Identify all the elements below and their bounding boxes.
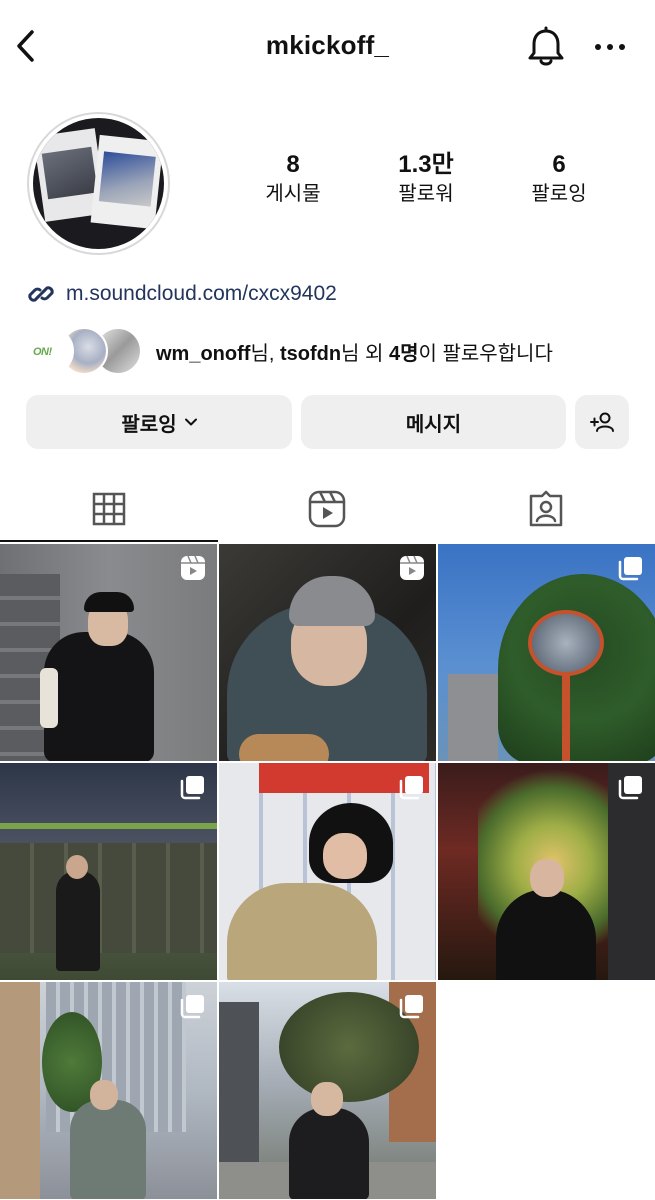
- stat-posts[interactable]: 8 게시물: [233, 150, 353, 208]
- message-button-label: 메시지: [405, 413, 462, 436]
- mutual-sep-1: 님,: [250, 342, 280, 365]
- profile-tabs: [0, 476, 655, 542]
- add-user-button[interactable]: [575, 395, 629, 449]
- carousel-badge-icon: [180, 995, 204, 1019]
- tab-reels[interactable]: [218, 476, 436, 542]
- more-horizontal-icon: [595, 44, 625, 50]
- profile-stats: 8 게시물 1.3만 팔로워 6 팔로잉: [0, 150, 655, 220]
- bio-link[interactable]: m.soundcloud.com/cxcx9402: [26, 279, 337, 309]
- notification-button[interactable]: [526, 26, 566, 68]
- posts-grid: [0, 544, 655, 1200]
- reels-icon: [308, 490, 346, 528]
- mutual-followers[interactable]: ON! wm_onoff님, tsofdn님 외 4명이 팔로우합니다: [26, 326, 553, 376]
- carousel-badge-icon: [618, 557, 642, 581]
- stat-posts-label: 게시물: [265, 183, 321, 205]
- link-icon: [28, 286, 54, 302]
- carousel-badge-icon: [180, 776, 204, 800]
- stat-followers-count: 1.3만: [398, 151, 454, 178]
- bell-icon: [528, 26, 564, 66]
- tab-posts-grid[interactable]: [0, 476, 218, 542]
- tab-tagged[interactable]: [437, 476, 655, 542]
- stat-following[interactable]: 6 팔로잉: [499, 150, 619, 208]
- stat-followers[interactable]: 1.3만 팔로워: [366, 150, 486, 208]
- active-tab-indicator: [0, 540, 218, 542]
- mutual-sep-2: 님 외: [341, 342, 389, 365]
- add-user-icon: [590, 412, 614, 432]
- stat-following-label: 팔로잉: [531, 183, 587, 205]
- stat-followers-label: 팔로워: [398, 183, 454, 205]
- more-options-button[interactable]: [590, 30, 630, 64]
- post-thumbnail[interactable]: [219, 982, 436, 1199]
- stat-posts-count: 8: [286, 151, 300, 178]
- post-thumbnail[interactable]: [0, 982, 217, 1199]
- stat-following-count: 6: [552, 151, 566, 178]
- message-button[interactable]: 메시지: [301, 395, 566, 449]
- mutual-avatar-logo: ON!: [33, 346, 52, 358]
- post-thumbnail[interactable]: [219, 544, 436, 761]
- mutual-user-1[interactable]: wm_onoff: [156, 343, 250, 365]
- post-thumbnail[interactable]: [438, 763, 655, 980]
- post-thumbnail[interactable]: [438, 544, 655, 761]
- chevron-down-icon: [184, 418, 197, 426]
- grid-icon: [92, 492, 126, 526]
- carousel-badge-icon: [399, 776, 423, 800]
- mutual-followers-text: wm_onoff님, tsofdn님 외 4명이 팔로우합니다: [156, 337, 553, 366]
- bio-link-text[interactable]: m.soundcloud.com/cxcx9402: [66, 282, 337, 306]
- following-button-label: 팔로잉: [121, 413, 177, 436]
- chevron-left-icon: [17, 30, 34, 62]
- reels-badge-icon: [400, 555, 424, 580]
- mutual-suffix: 이 팔로우합니다: [418, 342, 553, 365]
- carousel-badge-icon: [618, 776, 642, 800]
- post-thumbnail[interactable]: [0, 763, 217, 980]
- post-thumbnail[interactable]: [0, 544, 217, 761]
- mutual-avatar: ON!: [26, 327, 74, 375]
- mutual-count: 4명: [388, 342, 419, 365]
- tagged-icon: [529, 490, 563, 527]
- top-bar: mkickoff_: [0, 0, 655, 96]
- following-button[interactable]: 팔로잉: [26, 395, 292, 449]
- mutual-user-2[interactable]: tsofdn: [280, 343, 341, 365]
- reels-badge-icon: [181, 555, 205, 580]
- carousel-badge-icon: [399, 995, 423, 1019]
- back-button[interactable]: [10, 26, 46, 66]
- post-thumbnail[interactable]: [219, 763, 436, 980]
